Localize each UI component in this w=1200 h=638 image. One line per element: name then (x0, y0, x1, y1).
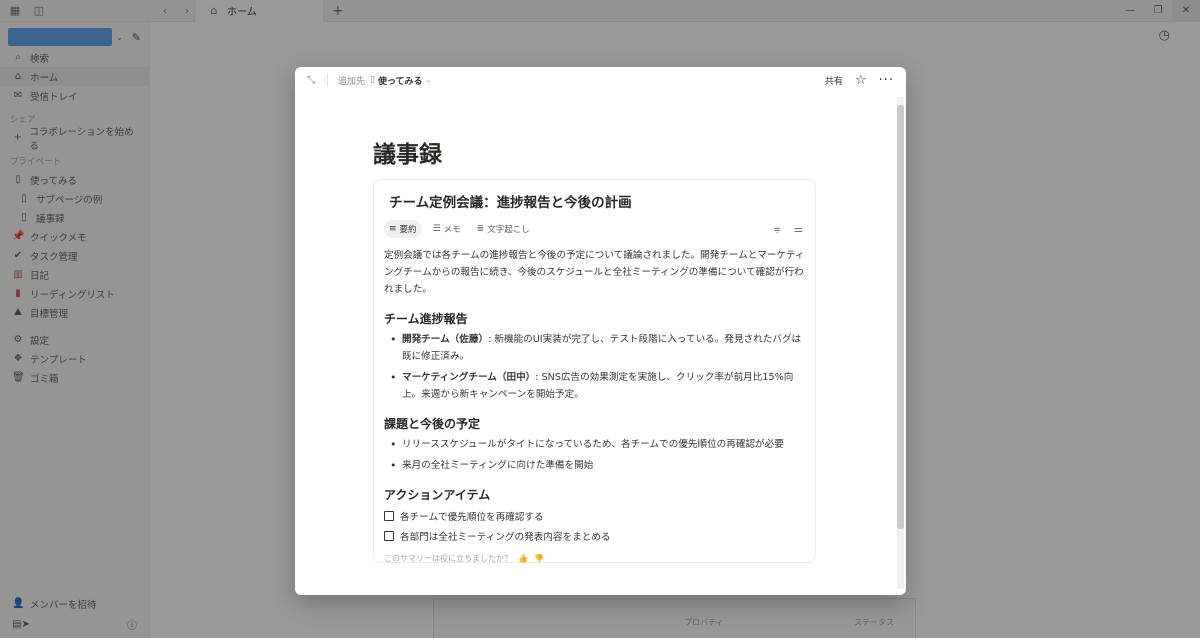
section-heading-progress[interactable]: チーム進捗報告 (384, 310, 805, 327)
summary-feedback: このサマリーは役に立ちましたか？ 👍 👎 (384, 553, 805, 564)
modal-header-actions: 共有 ☆ ··· (825, 73, 894, 88)
chevron-down-icon[interactable]: ⌄ (426, 76, 432, 84)
modal-header: ⤡ 追加先 ▯ 使ってみる ⌄ 共有 ☆ ··· (295, 67, 906, 93)
issues-list: リリーススケジュールがタイトになっているため、各チームでの優先順位の再確認が必要… (384, 436, 805, 474)
action-items-list: 各チームで優先順位を再確認する各部門は全社ミーティングの発表内容をまとめる (384, 508, 805, 543)
todo-checkbox[interactable] (384, 530, 394, 541)
star-icon[interactable]: ☆ (855, 73, 867, 88)
summary-icon: ≡ (389, 224, 397, 234)
feedback-question: このサマリーは役に立ちましたか？ (384, 554, 512, 563)
share-button[interactable]: 共有 (825, 74, 843, 87)
ai-tab[interactable]: ≣ 文字起こし (472, 220, 535, 238)
ai-tab[interactable]: ☰ メモ (428, 220, 466, 238)
todo-checkbox[interactable] (384, 510, 394, 521)
meeting-title[interactable]: チーム定例会議：進捗報告と今後の計画 (384, 191, 805, 211)
destination-page-selector[interactable]: 使ってみる (378, 74, 423, 87)
add-to-label: 追加先 (338, 76, 366, 87)
todo-label[interactable]: 各部門は全社ミーティングの発表内容をまとめる (400, 529, 611, 543)
settings-sliders-icon[interactable]: ⚌ (794, 224, 803, 235)
todo-item: 各チームで優先順位を再確認する (384, 508, 805, 523)
list-item[interactable]: 来月の全社ミーティングに向けた準備を開始 (384, 457, 805, 474)
ai-tab-label: 要約 (399, 225, 417, 235)
ai-block-tools: ⩦ ⚌ (774, 224, 805, 235)
ai-view-tabs: ≡ 要約 ☰ メモ ≣ 文字起こし ⩦ ⚌ (384, 220, 805, 238)
list-item-team: マーケティングチーム（田中） (402, 372, 536, 383)
section-heading-action-items[interactable]: アクションアイテム (384, 486, 805, 503)
page-title[interactable]: 議事録 (373, 135, 442, 169)
page-icon: ▯ (370, 75, 375, 85)
ai-tab-list: ≡ 要約 ☰ メモ ≣ 文字起こし (384, 220, 535, 238)
ai-meeting-notes-block: チーム定例会議：進捗報告と今後の計画 ≡ 要約 ☰ メモ ≣ 文字起こし ⩦ ⚌ 定例会議… (373, 179, 816, 563)
summary-paragraph[interactable]: 定例会議では各チームの進捗報告と今後の予定について議論されました。開発チームとマ… (384, 247, 805, 298)
section-heading-issues[interactable]: 課題と今後の予定 (384, 415, 805, 432)
list-item[interactable]: 開発チーム（佐藤）: 新機能のUI実装が完了し、テスト段階に入っている。発見され… (384, 331, 805, 365)
transcript-icon: ≣ (476, 224, 485, 234)
notes-icon: ☰ (432, 224, 441, 234)
ai-tab-label: メモ (443, 225, 461, 235)
todo-item: 各部門は全社ミーティングの発表内容をまとめる (384, 528, 805, 543)
more-options-icon[interactable]: ··· (879, 73, 894, 88)
thumbs-up-icon[interactable]: 👍 (518, 554, 528, 563)
list-item[interactable]: リリーススケジュールがタイトになっているため、各チームでの優先順位の再確認が必要 (384, 436, 805, 453)
format-icon[interactable]: ⩦ (774, 224, 780, 235)
thumbs-down-icon[interactable]: 👎 (534, 554, 544, 563)
ai-tab[interactable]: ≡ 要約 (384, 220, 422, 238)
header-divider (327, 74, 328, 86)
expand-icon[interactable]: ⤡ (307, 75, 315, 86)
todo-label[interactable]: 各チームで優先順位を再確認する (400, 509, 544, 523)
list-item-team: 開発チーム（佐藤） (402, 334, 489, 345)
list-item[interactable]: マーケティングチーム（田中）: SNS広告の効果測定を実施し、クリック率が前月比… (384, 369, 805, 403)
scrollbar-thumb[interactable] (897, 105, 904, 529)
progress-list: 開発チーム（佐藤）: 新機能のUI実装が完了し、テスト段階に入っている。発見され… (384, 331, 805, 403)
ai-tab-label: 文字起こし (487, 225, 530, 235)
page-peek-modal: ⤡ 追加先 ▯ 使ってみる ⌄ 共有 ☆ ··· 議事録 チーム定例会議：進捗報… (295, 67, 906, 595)
